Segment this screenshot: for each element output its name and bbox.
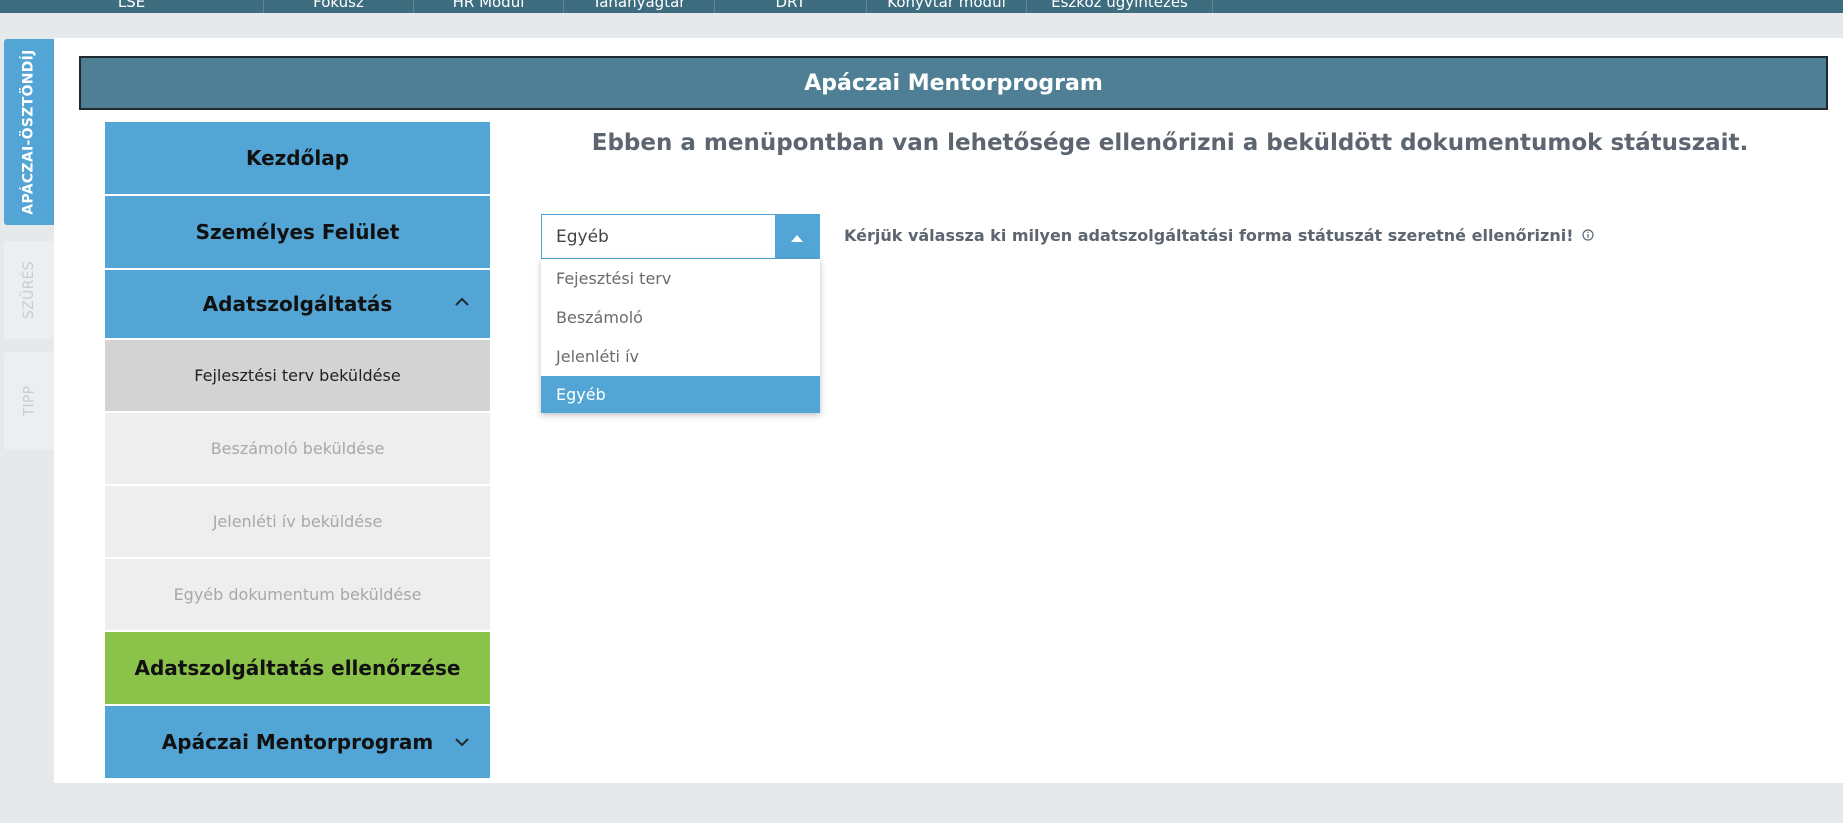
sidebar-item-label: Fejlesztési terv beküldése (194, 366, 401, 385)
info-icon[interactable] (1581, 226, 1594, 245)
sidebar-item-label: Beszámoló beküldése (210, 439, 385, 458)
document-type-select[interactable]: Egyéb (541, 214, 820, 259)
nav-item-tananyagtar[interactable]: Tananyagtár (564, 0, 715, 13)
sidebar-item-adatszolgaltatas[interactable]: Adatszolgáltatás (105, 270, 490, 338)
nav-item-eszkoz[interactable]: Eszköz ügyintézés (1027, 0, 1213, 13)
sidebar-item-label: Adatszolgáltatás ellenőrzése (134, 656, 461, 680)
nav-item-label: HR Modul (452, 0, 525, 11)
side-tab-label: SZŰRÉS (21, 261, 37, 319)
content-heading: Ebben a menüpontban van lehetősége ellen… (591, 130, 1749, 156)
sidebar-subitem-beszamolo[interactable]: Beszámoló beküldése (105, 413, 490, 484)
sidebar-item-label: Apáczai Mentorprogram (161, 730, 434, 754)
select-option-beszamolo[interactable]: Beszámoló (541, 298, 820, 337)
select-option-egyeb[interactable]: Egyéb (541, 376, 820, 413)
nav-item-lse[interactable]: LSE (0, 0, 264, 13)
nav-item-label: LSE (117, 0, 146, 11)
nav-item-label: Fókusz (313, 0, 364, 11)
side-tab-tipp[interactable]: TIPP (4, 352, 54, 450)
side-tab-label: TIPP (20, 385, 37, 417)
top-nav-bar: LSE Fókusz HR Modul Tananyagtár DRT Köny… (0, 0, 1843, 13)
caret-up-icon (791, 227, 803, 246)
side-tab-label: APÁCZAI-ÖSZTÖNDÍJ (21, 49, 37, 215)
sidebar-menu: Kezdőlap Személyes Felület Adatszolgálta… (105, 122, 490, 780)
nav-item-hr-modul[interactable]: HR Modul (414, 0, 564, 13)
select-dropdown-list: Fejesztési terv Beszámoló Jelenléti ív E… (541, 259, 820, 413)
nav-item-label: Eszköz ügyintézés (1051, 0, 1188, 11)
select-input[interactable]: Egyéb (542, 227, 775, 247)
sidebar-item-label: Adatszolgáltatás (202, 292, 393, 316)
nav-item-label: Tananyagtár (592, 0, 686, 11)
sidebar-item-kezdolap[interactable]: Kezdőlap (105, 122, 490, 194)
sidebar-item-szemelyes-felulet[interactable]: Személyes Felület (105, 196, 490, 268)
sidebar-item-apaczai-mentorprogram[interactable]: Apáczai Mentorprogram (105, 706, 490, 778)
sidebar-subitem-jelenleti-iv[interactable]: Jelenléti ív beküldése (105, 486, 490, 557)
side-tab-szures[interactable]: SZŰRÉS (4, 241, 54, 339)
sidebar-item-label: Kezdőlap (245, 146, 350, 170)
sidebar-item-label: Jelenléti ív beküldése (212, 512, 383, 531)
hint-text: Kérjük válassza ki milyen adatszolgáltat… (844, 226, 1574, 245)
nav-item-label: Könyvtár modul (887, 0, 1006, 11)
select-option-jelenleti-iv[interactable]: Jelenléti ív (541, 337, 820, 376)
nav-item-konyvtar[interactable]: Könyvtár modul (867, 0, 1027, 13)
sidebar-item-label: Személyes Felület (195, 220, 400, 244)
select-option-fejlesztesi-terv[interactable]: Fejesztési terv (541, 259, 820, 298)
page-title: Apáczai Mentorprogram (79, 56, 1828, 110)
sidebar-subitem-fejlesztesi-terv[interactable]: Fejlesztési terv beküldése (105, 340, 490, 411)
chevron-up-icon (455, 297, 469, 310)
sidebar-item-adatszolgaltatas-ellenorzese[interactable]: Adatszolgáltatás ellenőrzése (105, 632, 490, 704)
chevron-down-icon (455, 737, 469, 750)
sidebar-subitem-egyeb-dokumentum[interactable]: Egyéb dokumentum beküldése (105, 559, 490, 630)
nav-item-drt[interactable]: DRT (715, 0, 867, 13)
nav-item-fokusz[interactable]: Fókusz (264, 0, 414, 13)
sidebar-item-label: Egyéb dokumentum beküldése (173, 585, 422, 604)
nav-item-label: DRT (775, 0, 806, 11)
select-toggle-button[interactable] (775, 215, 819, 258)
select-hint: Kérjük válassza ki milyen adatszolgáltat… (844, 226, 1594, 245)
side-tab-osztondij[interactable]: APÁCZAI-ÖSZTÖNDÍJ (4, 39, 54, 225)
